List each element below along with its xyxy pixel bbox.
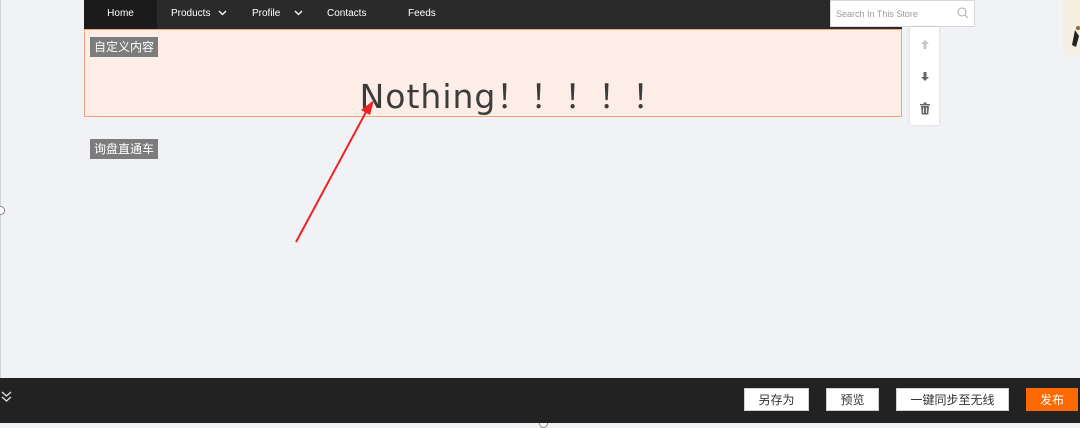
double-chevron-down-icon[interactable]: [0, 390, 13, 403]
sync-mobile-button[interactable]: 一键同步至无线: [896, 388, 1009, 411]
annotation-arrow: [295, 100, 374, 243]
editor-bottom-bar: 另存为 预览 一键同步至无线 发布: [0, 378, 1080, 423]
save-as-button[interactable]: 另存为: [744, 388, 809, 411]
publish-button[interactable]: 发布: [1026, 388, 1078, 411]
preview-button[interactable]: 预览: [826, 388, 879, 411]
